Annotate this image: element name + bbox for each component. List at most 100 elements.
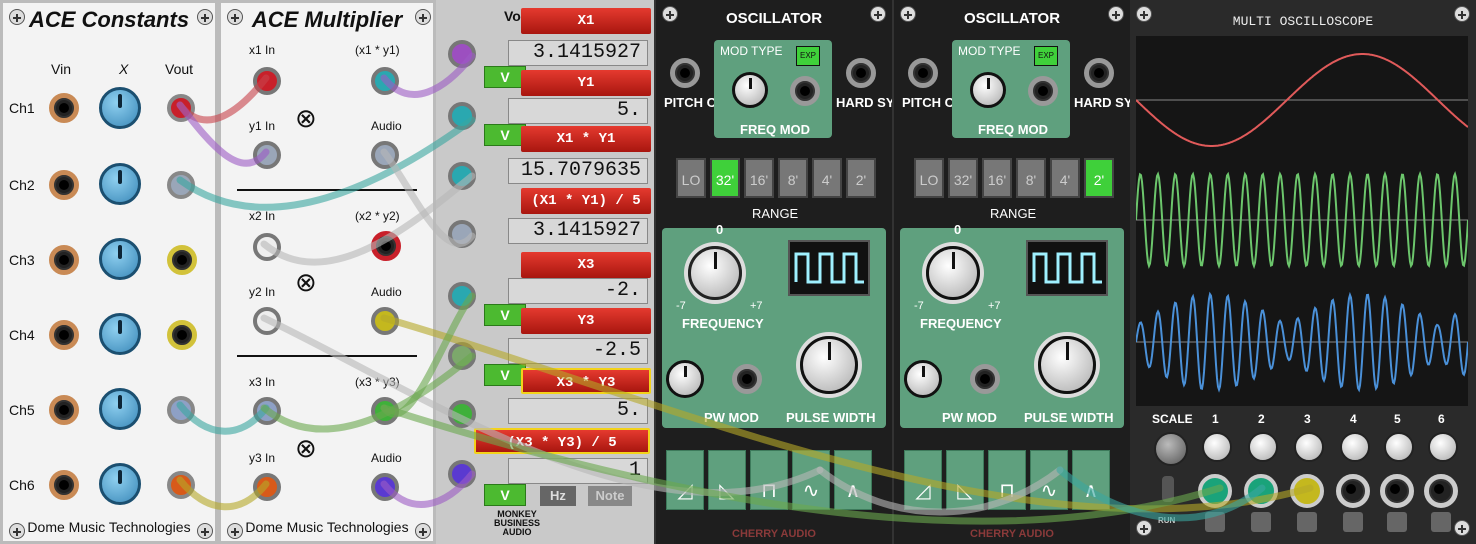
audio2-jack[interactable] <box>371 307 399 335</box>
v-mode-button[interactable]: V <box>484 124 526 146</box>
channel-6-button[interactable] <box>1431 512 1451 532</box>
pulse-width-knob[interactable] <box>800 336 858 394</box>
note-mode-button[interactable]: Note <box>588 486 632 506</box>
vout-jack[interactable] <box>167 245 197 275</box>
label-button[interactable]: X3 * Y3 <box>521 368 651 394</box>
channel-3-button[interactable] <box>1297 512 1317 532</box>
x-knob[interactable] <box>99 87 141 129</box>
channel-4-input-jack[interactable] <box>1336 474 1370 508</box>
pw-mod-jack[interactable] <box>970 364 1000 394</box>
input-jack[interactable] <box>448 400 476 428</box>
range-button[interactable]: 4' <box>1050 158 1080 198</box>
label-button[interactable]: (X1 * Y1) / 5 <box>521 188 651 214</box>
range-button[interactable]: 8' <box>778 158 808 198</box>
x-knob[interactable] <box>99 463 141 505</box>
exp-toggle[interactable]: EXP <box>796 46 820 66</box>
x-knob[interactable] <box>99 388 141 430</box>
range-button[interactable]: 16' <box>982 158 1012 198</box>
label-button[interactable]: Y3 <box>521 308 651 334</box>
vin-jack[interactable] <box>49 245 79 275</box>
y3-input-jack[interactable] <box>253 473 281 501</box>
x3-input-jack[interactable] <box>253 397 281 425</box>
vin-jack[interactable] <box>49 320 79 350</box>
vout-jack[interactable] <box>167 94 195 122</box>
range-button[interactable]: 32' <box>948 158 978 198</box>
channel-2-button[interactable] <box>1251 512 1271 532</box>
hard-sync-jack[interactable] <box>846 58 876 88</box>
label-button[interactable]: (X3 * Y3) / 5 <box>474 428 650 454</box>
pw-mod-jack[interactable] <box>732 364 762 394</box>
channel-5-button[interactable] <box>1387 512 1407 532</box>
out3-jack[interactable] <box>371 397 399 425</box>
range-button[interactable]: 16' <box>744 158 774 198</box>
label-button[interactable]: Y1 <box>521 70 651 96</box>
range-button[interactable]: 2' <box>846 158 876 198</box>
channel-2-knob[interactable] <box>1248 432 1278 462</box>
channel-1-input-jack[interactable] <box>1198 474 1232 508</box>
vout-jack[interactable] <box>167 471 195 499</box>
vin-jack[interactable] <box>49 170 79 200</box>
pw-mod-knob[interactable] <box>666 360 704 398</box>
frequency-knob[interactable] <box>926 246 980 300</box>
channel-1-button[interactable] <box>1205 512 1225 532</box>
input-jack[interactable] <box>448 220 476 248</box>
frequency-knob[interactable] <box>688 246 742 300</box>
channel-4-knob[interactable] <box>1340 432 1370 462</box>
v-mode-button[interactable]: V <box>484 484 526 506</box>
input-jack[interactable] <box>448 282 476 310</box>
channel-6-input-jack[interactable] <box>1424 474 1458 508</box>
label-button[interactable]: X1 <box>521 8 651 34</box>
x-knob[interactable] <box>99 163 141 205</box>
label-button[interactable]: X3 <box>521 252 651 278</box>
input-jack[interactable] <box>448 40 476 68</box>
v-mode-button[interactable]: V <box>484 66 526 88</box>
vin-jack[interactable] <box>49 470 79 500</box>
run-toggle[interactable] <box>1162 476 1174 502</box>
range-button[interactable]: 4' <box>812 158 842 198</box>
vout-jack[interactable] <box>167 171 195 199</box>
pulse-width-knob[interactable] <box>1038 336 1096 394</box>
freq-mod-jack[interactable] <box>1028 76 1058 106</box>
x-knob[interactable] <box>99 313 141 355</box>
hard-sync-jack[interactable] <box>1084 58 1114 88</box>
vin-jack[interactable] <box>49 93 79 123</box>
exp-toggle[interactable]: EXP <box>1034 46 1058 66</box>
pitch-cv-jack[interactable] <box>908 58 938 88</box>
vin-jack[interactable] <box>49 395 79 425</box>
label-button[interactable]: X1 * Y1 <box>521 126 651 152</box>
channel-5-knob[interactable] <box>1384 432 1414 462</box>
audio3-jack[interactable] <box>371 473 399 501</box>
channel-5-input-jack[interactable] <box>1380 474 1414 508</box>
y1-input-jack[interactable] <box>253 141 281 169</box>
freq-mod-jack[interactable] <box>790 76 820 106</box>
input-jack[interactable] <box>448 102 476 130</box>
out2-jack[interactable] <box>371 231 401 261</box>
freq-mod-knob[interactable] <box>970 72 1006 108</box>
pitch-cv-jack[interactable] <box>670 58 700 88</box>
channel-3-knob[interactable] <box>1294 432 1324 462</box>
range-button[interactable]: 32' <box>710 158 740 198</box>
vout-jack[interactable] <box>167 396 195 424</box>
range-button[interactable]: 8' <box>1016 158 1046 198</box>
channel-4-button[interactable] <box>1343 512 1363 532</box>
channel-2-input-jack[interactable] <box>1244 474 1278 508</box>
v-mode-button[interactable]: V <box>484 304 526 326</box>
input-jack[interactable] <box>448 460 476 488</box>
channel-1-knob[interactable] <box>1202 432 1232 462</box>
hz-mode-button[interactable]: Hz <box>540 486 576 506</box>
out1-jack[interactable] <box>371 67 399 95</box>
audio1-jack[interactable] <box>371 141 399 169</box>
x1-input-jack[interactable] <box>253 67 281 95</box>
y2-input-jack[interactable] <box>253 307 281 335</box>
pw-mod-knob[interactable] <box>904 360 942 398</box>
range-button[interactable]: 2' <box>1084 158 1114 198</box>
channel-3-input-jack[interactable] <box>1290 474 1324 508</box>
range-button[interactable]: LO <box>676 158 706 198</box>
input-jack[interactable] <box>448 162 476 190</box>
range-button[interactable]: LO <box>914 158 944 198</box>
input-jack[interactable] <box>448 342 476 370</box>
scale-knob[interactable] <box>1154 432 1188 466</box>
x-knob[interactable] <box>99 238 141 280</box>
x2-input-jack[interactable] <box>253 233 281 261</box>
vout-jack[interactable] <box>167 320 197 350</box>
